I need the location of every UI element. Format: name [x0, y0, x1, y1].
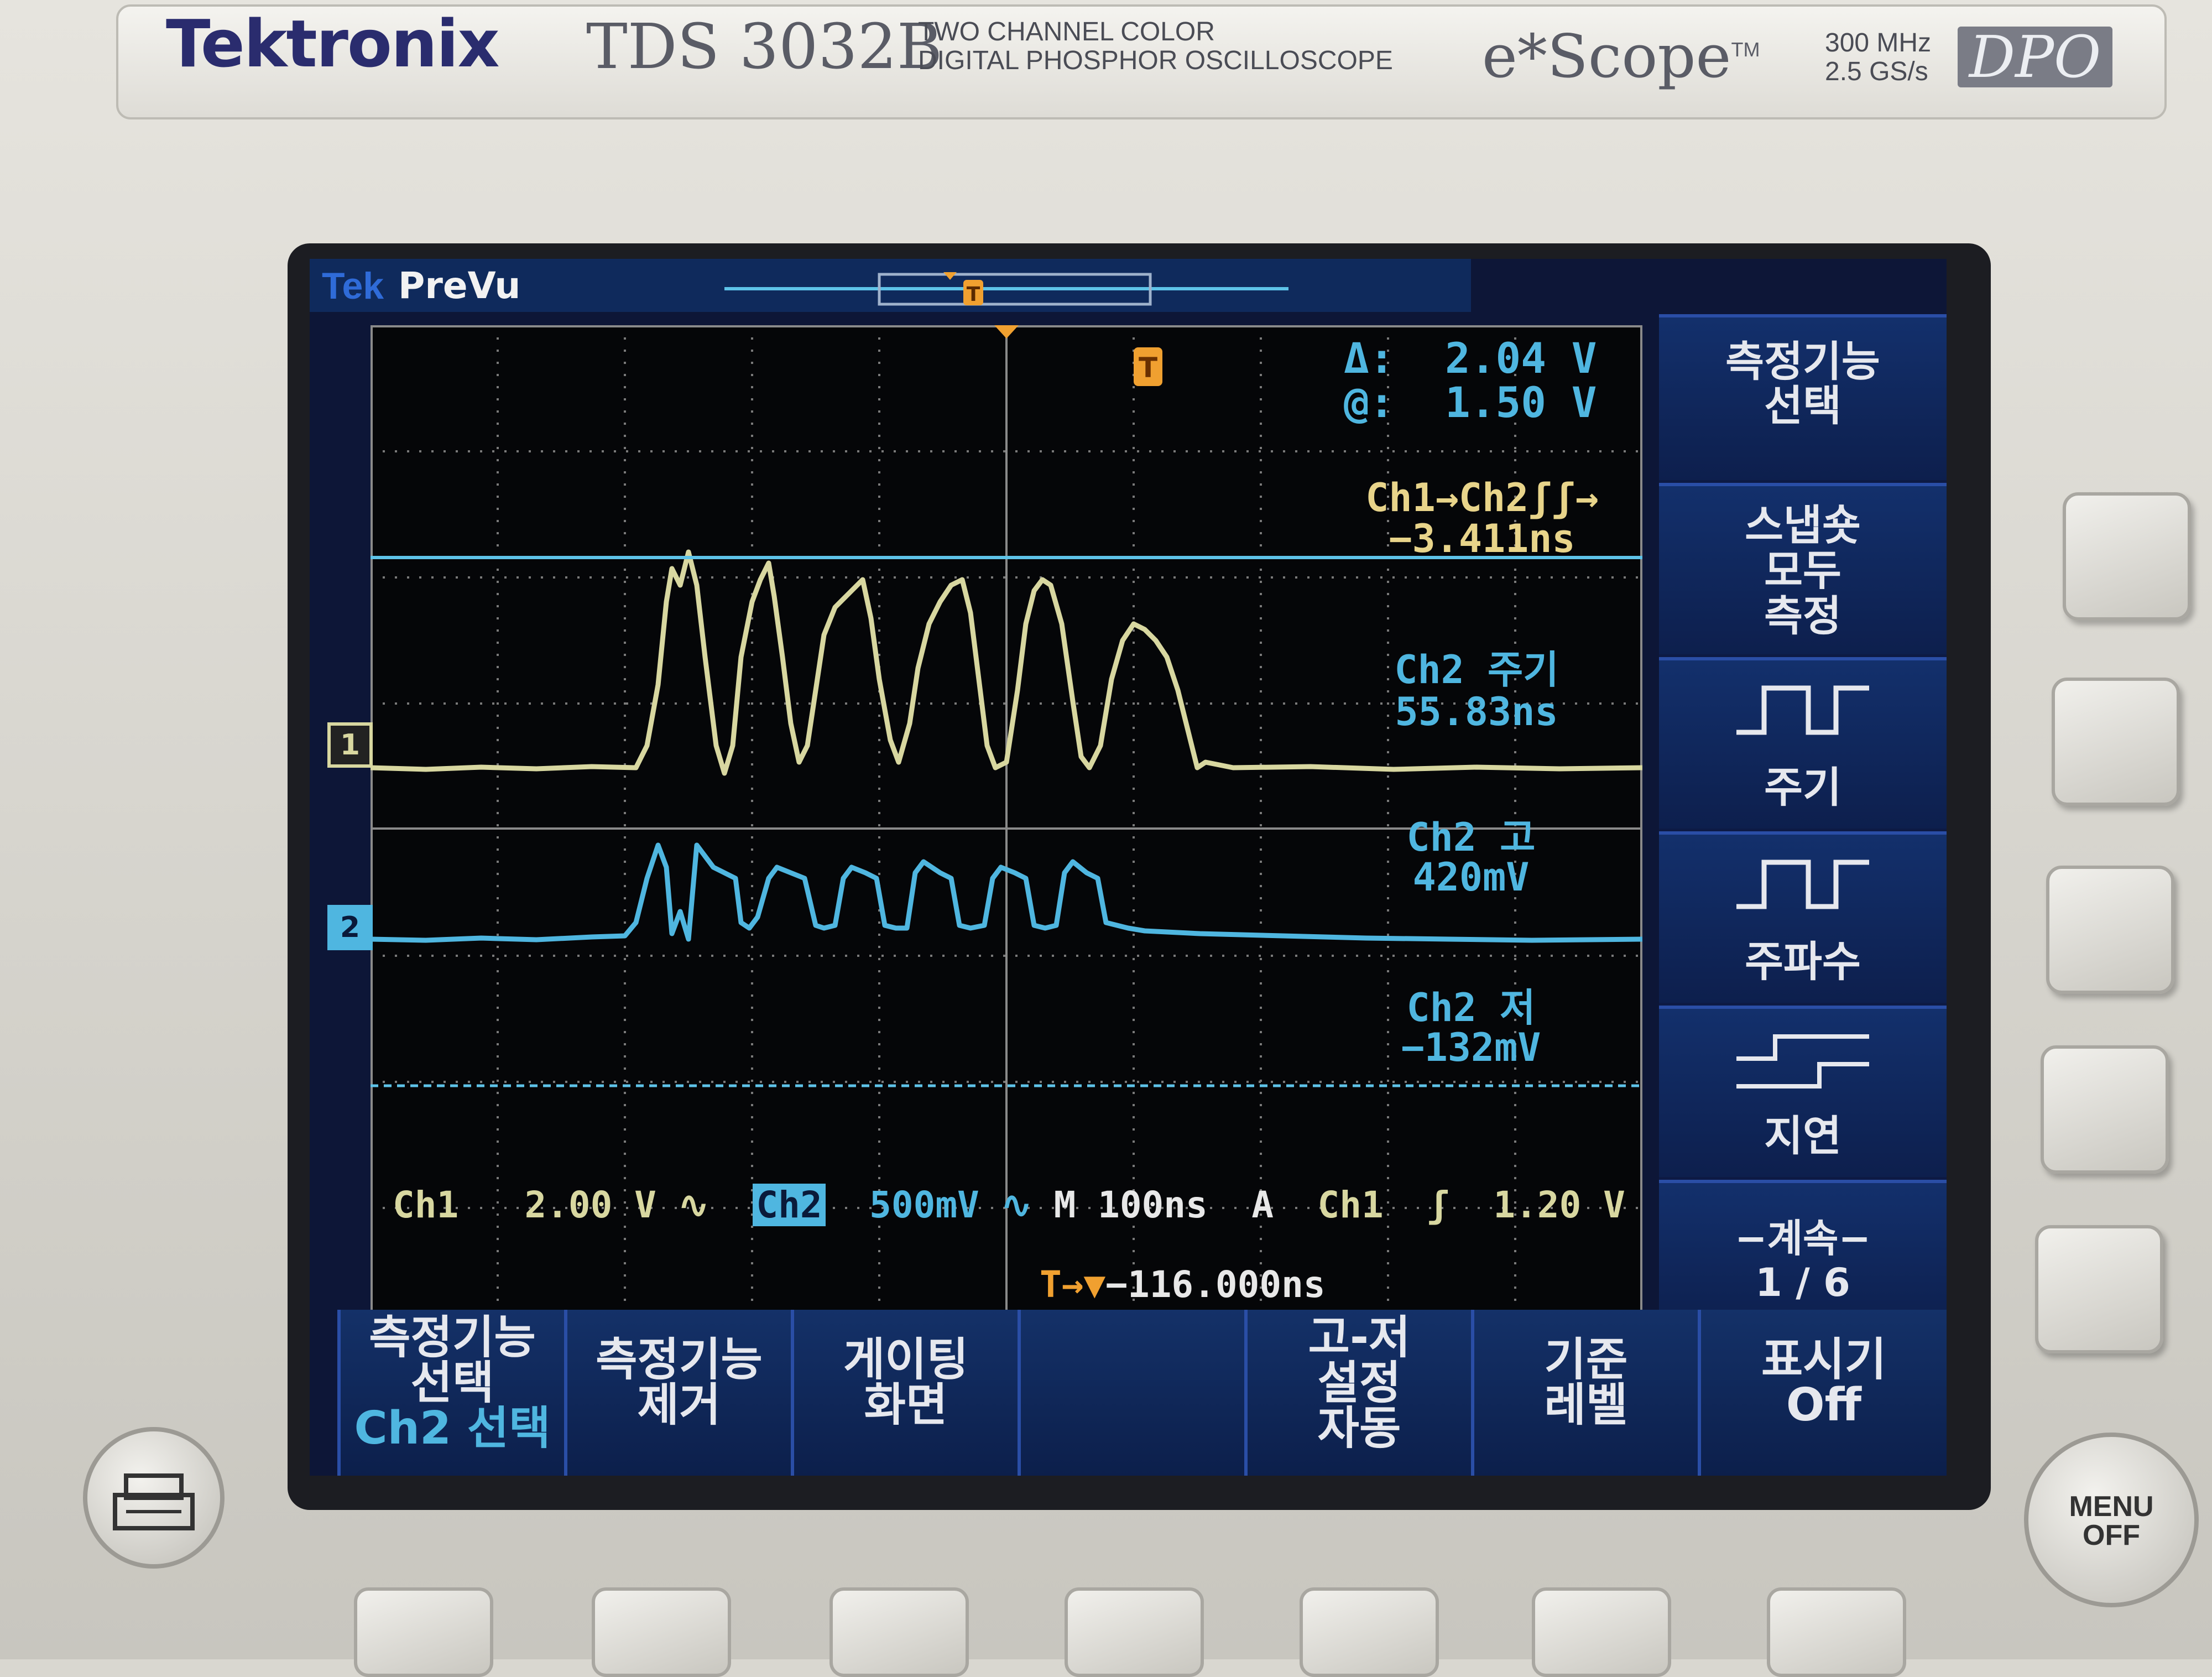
- side-menu-select-measurement[interactable]: 측정기능 선택: [1659, 314, 1947, 480]
- frequency-option-label: 주파수: [1745, 937, 1861, 986]
- delta-label: Δ:: [1344, 334, 1395, 383]
- delay-value: −3.411ns: [1389, 516, 1575, 561]
- spec-block: 300 MHz 2.5 GS/s: [1825, 29, 1931, 86]
- bottom-button-6[interactable]: [1532, 1587, 1671, 1677]
- side-menu: 측정기능 선택 스냅숏 모두 측정 주기 주파수 지연 −계속− 1 / 6: [1659, 314, 1947, 1332]
- bottom-button-3[interactable]: [830, 1587, 969, 1677]
- trigger-source: Ch1: [1317, 1184, 1384, 1226]
- device-description: TWO CHANNEL COLOR DIGITAL PHOSPHOR OSCILL…: [918, 18, 1393, 75]
- acquisition-mode: PreVu: [398, 264, 521, 307]
- bottom-menu-indicators[interactable]: 표시기 Off: [1698, 1310, 1947, 1476]
- ch1-ground-marker[interactable]: 1: [327, 722, 373, 768]
- delay-measurement: Ch1→Ch2ʃʃ→ −3.411ns: [1327, 477, 1637, 559]
- side-button-5[interactable]: [2035, 1225, 2163, 1353]
- high-value: 420mV: [1412, 855, 1530, 900]
- bottom-menu-empty[interactable]: [1018, 1310, 1244, 1476]
- record-view-indicator: T: [724, 272, 1288, 306]
- ch1-label: Ch1: [393, 1184, 459, 1226]
- bottom-button-5[interactable]: [1300, 1587, 1439, 1677]
- trigger-level: 1.20 V: [1493, 1184, 1625, 1226]
- bottom-menu: 측정기능 선택 Ch2 선택 측정기능 제거 게이팅 화면 고-저 설정 자동 …: [337, 1310, 1947, 1476]
- high-label: Ch2 고: [1406, 815, 1536, 860]
- ch1-scale: 2.00 V: [524, 1184, 656, 1226]
- period-label: Ch2 주기: [1394, 647, 1559, 692]
- at-value: 1.50 V: [1445, 378, 1597, 427]
- description-line-1: TWO CHANNEL COLOR: [918, 17, 1215, 46]
- model-name: TDS 3032B: [586, 11, 943, 83]
- side-menu-more[interactable]: −계속− 1 / 6: [1659, 1180, 1947, 1332]
- bottom-button-4[interactable]: [1065, 1587, 1204, 1677]
- delay-waveform-icon: [1736, 1034, 1869, 1089]
- low-label: Ch2 저: [1406, 985, 1536, 1030]
- record-trigger-marker: T: [967, 283, 980, 306]
- low-value: −132mV: [1401, 1025, 1541, 1070]
- timebase: M 100ns: [1053, 1184, 1208, 1226]
- at-label: @:: [1344, 378, 1395, 427]
- side-menu-frequency[interactable]: 주파수: [1659, 831, 1947, 1003]
- bottom-button-7[interactable]: [1767, 1587, 1906, 1677]
- menu-label: MENU: [2069, 1491, 2154, 1523]
- side-button-4[interactable]: [2041, 1045, 2169, 1174]
- sample-rate: 2.5 GS/s: [1825, 57, 1928, 86]
- trigger-offset-readout: T→▼−116.000ns: [1040, 1263, 1326, 1306]
- ch1-coupling: ∿: [678, 1184, 709, 1226]
- printer-icon: [113, 1473, 195, 1530]
- status-top-bar: Tek PreVu T: [310, 259, 1471, 312]
- bottom-menu-reference-levels[interactable]: 기준 레벨: [1471, 1310, 1698, 1476]
- bottom-menu-remove-measurement[interactable]: 측정기능 제거: [564, 1310, 791, 1476]
- period-measurement: Ch2 주기 55.83ns: [1355, 649, 1598, 733]
- trademark-mark: TM: [1731, 38, 1760, 61]
- delay-option-label: 지연: [1764, 1111, 1841, 1160]
- ch2-coupling: ∿: [1001, 1184, 1032, 1226]
- cursor-readout: Δ: 2.04 V @: 1.50 V: [1344, 336, 1597, 425]
- select-measurement-sub: Ch2 선택: [354, 1402, 551, 1455]
- side-menu-delay[interactable]: 지연: [1659, 1006, 1947, 1177]
- oscilloscope-screen: Tek PreVu T T 1 2 Δ: 2.04 V @: 1.50 V Ch…: [310, 259, 1947, 1476]
- description-line-2: DIGITAL PHOSPHOR OSCILLOSCOPE: [918, 46, 1393, 75]
- side-menu-period[interactable]: 주기: [1659, 657, 1947, 829]
- low-measurement: Ch2 저 −132mV: [1360, 988, 1582, 1067]
- bandwidth: 300 MHz: [1825, 28, 1932, 58]
- ch2-ground-marker[interactable]: 2: [327, 905, 373, 950]
- trigger-point-label: T: [1139, 352, 1157, 384]
- trigger-slope-icon: ʃ: [1427, 1184, 1449, 1226]
- trigger-mode: A: [1251, 1184, 1274, 1226]
- period-waveform-icon: [1736, 685, 1869, 735]
- side-menu-snapshot-all[interactable]: 스냅숏 모두 측정: [1659, 483, 1947, 654]
- print-button[interactable]: [83, 1427, 225, 1569]
- period-option-label: 주기: [1764, 763, 1841, 812]
- channel-status-line: Ch1 2.00 V ∿ Ch2 500mV ∿ M 100ns A Ch1 ʃ…: [393, 1184, 1625, 1226]
- brand-logo: Tektronix: [166, 6, 500, 82]
- select-measurement-label: 측정기능 선택: [369, 1311, 536, 1409]
- bottom-menu-gating[interactable]: 게이팅 화면: [791, 1310, 1018, 1476]
- series-text: e*Scope: [1482, 22, 1731, 91]
- series-name: e*ScopeTM: [1482, 22, 1760, 91]
- trigger-offset-icon: T→▼: [1040, 1263, 1106, 1306]
- frequency-waveform-icon: [1736, 860, 1869, 909]
- menu-off-button[interactable]: MENU OFF: [2024, 1433, 2199, 1607]
- period-value: 55.83ns: [1395, 689, 1558, 735]
- ch2-scale: 500mV: [869, 1184, 979, 1226]
- high-measurement: Ch2 고 420mV: [1360, 817, 1582, 897]
- delay-label: Ch1→Ch2ʃʃ→: [1365, 475, 1599, 520]
- dpo-badge: DPO: [1958, 27, 2112, 87]
- off-label: OFF: [2083, 1519, 2140, 1551]
- bottom-button-1[interactable]: [354, 1587, 493, 1677]
- bottom-menu-select-measurement[interactable]: 측정기능 선택 Ch2 선택: [337, 1310, 564, 1476]
- ch2-label[interactable]: Ch2: [753, 1184, 826, 1226]
- side-button-3[interactable]: [2046, 866, 2174, 994]
- delta-value: 2.04 V: [1445, 334, 1597, 383]
- tek-logo: Tek: [322, 265, 384, 307]
- bottom-button-2[interactable]: [592, 1587, 731, 1677]
- side-button-1[interactable]: [2063, 492, 2191, 621]
- trigger-position-marker: [994, 325, 1019, 338]
- bottom-menu-high-low-setup[interactable]: 고-저 설정 자동: [1244, 1310, 1471, 1476]
- trigger-offset-value: −116.000ns: [1105, 1263, 1326, 1306]
- side-button-2[interactable]: [2052, 678, 2180, 806]
